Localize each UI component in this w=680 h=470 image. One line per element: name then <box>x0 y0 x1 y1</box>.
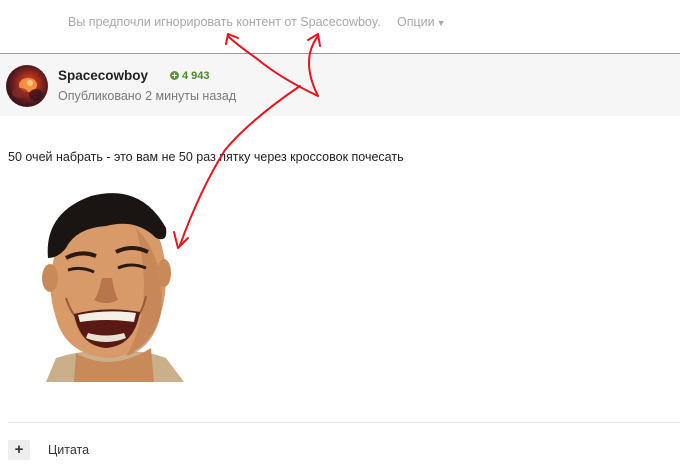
options-label: Опции <box>397 15 435 29</box>
options-dropdown[interactable]: Опции ▼ <box>397 15 446 29</box>
published-time: Опубликовано 2 минуты назад <box>58 89 237 103</box>
plus-icon: + <box>14 441 24 458</box>
author-name-link[interactable]: Spacecowboy <box>58 68 148 83</box>
ignore-notice-bar: Вы предпочли игнорировать контент от Spa… <box>0 0 680 48</box>
laughing-face-meme-image <box>42 193 184 382</box>
post-header: Spacecowboy 4 943 Опубликовано 2 минуты … <box>0 54 680 116</box>
reputation-badge: 4 943 <box>170 70 210 82</box>
plus-circle-icon <box>170 71 179 80</box>
avatar[interactable] <box>6 65 48 107</box>
quote-label[interactable]: Цитата <box>48 443 89 457</box>
quote-button[interactable]: + <box>8 440 30 460</box>
reputation-count: 4 943 <box>182 70 210 82</box>
caret-down-icon: ▼ <box>436 18 446 28</box>
ignore-notice-text: Вы предпочли игнорировать контент от Spa… <box>68 15 381 29</box>
divider <box>8 422 680 423</box>
post-body-text: 50 очей набрать - это вам не 50 раз пятк… <box>8 150 404 164</box>
